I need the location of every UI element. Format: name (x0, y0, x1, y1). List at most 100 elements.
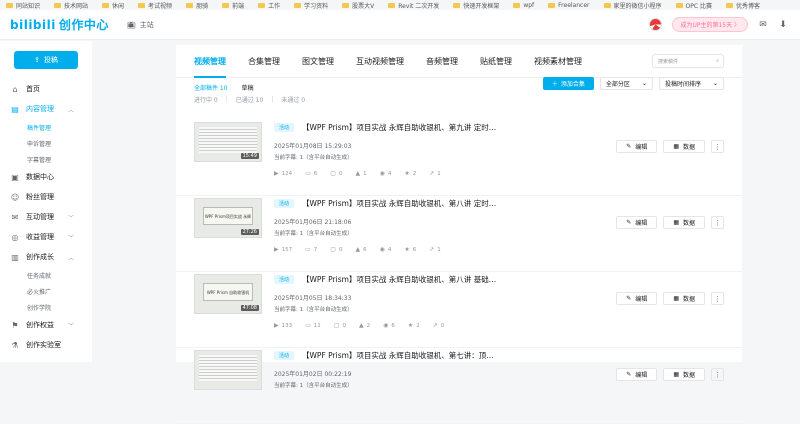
stat-favorites: ★ 2 (408, 322, 420, 329)
video-row: 活动 【WPF Prism】项目实战 永辉自助收银机、第七讲：顶… 2025年01月… (176, 350, 742, 424)
sidebar-subitem[interactable]: 创作学院 (0, 299, 92, 315)
user-icon: ☺ (10, 192, 20, 202)
partition-select[interactable]: 全部分区 ⌄ (599, 77, 653, 90)
video-title-row: 活动 【WPF Prism】项目实战 永辉自助收银机、第八讲 基础… (274, 274, 724, 285)
folder-icon (675, 2, 683, 8)
home-link[interactable]: 📺︎ 主站 (127, 20, 154, 30)
edit-button[interactable]: ✎ 编辑 (616, 368, 658, 381)
data-button[interactable]: ▦ 数据 (663, 216, 705, 229)
top-bar: bilibili 创作中心 📺︎ 主站 成为UP主的第15天 〉 ✉ ⬇ (0, 10, 800, 40)
upload-icon: ⇪ (34, 56, 40, 64)
folder-icon (258, 2, 266, 8)
tab[interactable]: 音频管理 (426, 45, 458, 78)
folder-icon (548, 2, 556, 8)
bookmark-item[interactable]: 前端 (222, 1, 244, 10)
video-title[interactable]: 【WPF Prism】项目实战 永辉自助收银机、第八讲 基础… (302, 274, 507, 285)
stat-value: 6 (391, 322, 395, 329)
sidebar-subitem[interactable]: 必火推广 (0, 283, 92, 299)
sidebar-subitem[interactable]: 任务成就 (0, 267, 92, 283)
sidebar-item[interactable]: ◎ 收益管理 ﹀ (0, 227, 92, 247)
tab[interactable]: 合集管理 (248, 45, 280, 78)
download-icon[interactable]: ⬇ (778, 20, 788, 30)
edit-icon: ✎ (626, 371, 632, 378)
sidebar-subitem[interactable]: 申诉管理 (0, 135, 92, 151)
video-thumbnail[interactable]: 15:49 (194, 122, 262, 162)
status-in-progress[interactable]: 进行中 0 (194, 95, 218, 104)
mail-icon[interactable]: ✉ (758, 20, 768, 30)
like-icon: ▲ (355, 246, 361, 253)
sidebar-item[interactable]: ▥ 创作成长 ︿ (0, 247, 92, 267)
up-days-badge[interactable]: 成为UP主的第15天 〉 (672, 17, 748, 32)
stat-value: 133 (281, 322, 293, 329)
tab[interactable]: 图文管理 (302, 45, 334, 78)
tab[interactable]: 贴纸管理 (480, 45, 512, 78)
bookmark-item[interactable]: 技术网站 (54, 1, 88, 10)
data-label: 数据 (682, 144, 695, 151)
data-button[interactable]: ▦ 数据 (663, 368, 705, 381)
status-passed[interactable]: 已通过 10 (236, 95, 264, 104)
bookmark-item[interactable]: wpf (513, 2, 534, 9)
sidebar-item[interactable]: ☺ 粉丝管理 (0, 187, 92, 207)
video-thumbnail[interactable]: WPF Prism项目实战 永辉 27:26 (194, 198, 262, 238)
stat-danmaku: ▭ 6 (305, 170, 317, 177)
bookmark-label: 快速开发框架 (463, 2, 500, 10)
add-collection-button[interactable]: ＋ 添加合集 (542, 77, 594, 90)
video-thumbnail[interactable]: WPF Prism 自助收银机 47:08 (194, 274, 262, 314)
sidebar-item-label: 首页 (26, 85, 40, 93)
sidebar-item[interactable]: ⚑ 创作权益 ﹀ (0, 315, 92, 335)
video-title[interactable]: 【WPF Prism】项目实战 永辉自助收银机、第八讲 定时… (302, 198, 507, 209)
bookmark-item[interactable]: 工作 (258, 1, 280, 10)
bookmark-item[interactable]: 休闲 (102, 1, 124, 10)
edit-button[interactable]: ✎ 编辑 (616, 216, 658, 229)
add-collection-label: 添加合集 (560, 81, 585, 88)
edit-button[interactable]: ✎ 编辑 (616, 292, 658, 305)
data-button[interactable]: ▦ 数据 (663, 292, 705, 305)
partition-select-value: 全部分区 (605, 81, 630, 88)
more-options-icon[interactable]: ⋮ (711, 216, 724, 229)
sidebar-item[interactable]: ⌂ 首页 (0, 79, 92, 99)
search-input[interactable]: 搜索稿件 ⌕ (652, 54, 724, 68)
bookmark-item[interactable]: Freelancer (548, 2, 590, 9)
star-icon: ★ (404, 246, 410, 253)
video-thumbnail[interactable] (194, 350, 262, 390)
bookmark-item[interactable]: OPC 比赛 (675, 1, 712, 10)
bookmark-item[interactable]: Revit 二次开发 (388, 1, 439, 10)
bookmark-item[interactable]: 家里的微信小程序 (603, 1, 662, 10)
share-icon: ↗ (429, 170, 435, 177)
danmaku-icon: ▭ (305, 170, 311, 177)
video-title[interactable]: 【WPF Prism】项目实战 永辉自助收银机、第九讲 定时… (302, 122, 507, 133)
stat-danmaku: ▭ 7 (305, 246, 317, 253)
sidebar-item[interactable]: ▤ 内容管理 ︿ (0, 99, 92, 119)
tab[interactable]: 互动视频管理 (356, 45, 404, 78)
bookmark-item[interactable]: 优秀博客 (725, 1, 760, 10)
bookmark-item[interactable]: 股票大V (342, 1, 374, 10)
video-title[interactable]: 【WPF Prism】项目实战 永辉自助收银机、第七讲：顶… (302, 350, 507, 361)
upload-button[interactable]: ⇪ 投稿 (14, 51, 78, 69)
more-options-icon[interactable]: ⋮ (711, 292, 724, 305)
sort-select[interactable]: 投稿时间排序 ⌄ (658, 77, 724, 90)
bookmark-item[interactable]: 考试视频 (138, 1, 172, 10)
sidebar-item[interactable]: ✉ 互动管理 ﹀ (0, 207, 92, 227)
more-options-icon[interactable]: ⋮ (711, 140, 724, 153)
edit-button[interactable]: ✎ 编辑 (616, 140, 658, 153)
status-not-passed[interactable]: 未通过 0 (281, 95, 305, 104)
filter-draft[interactable]: 草稿 (242, 83, 254, 92)
bookmark-label: 前端 (232, 2, 245, 10)
bookmark-item[interactable]: 同站知识 (6, 1, 40, 10)
comment-icon: ▢ (333, 322, 340, 329)
filter-all[interactable]: 全部稿件 10 (194, 83, 228, 92)
sidebar-item[interactable]: ⚗ 创作实验室 (0, 335, 92, 355)
more-options-icon[interactable]: ⋮ (711, 368, 724, 381)
video-duration: 27:26 (240, 229, 259, 235)
data-button[interactable]: ▦ 数据 (663, 140, 705, 153)
tab[interactable]: 视频素材管理 (534, 45, 582, 78)
sidebar-subitem[interactable]: 字幕管理 (0, 151, 92, 167)
bookmark-item[interactable]: 快速开发框架 (453, 1, 499, 10)
tab[interactable]: 视频管理 (194, 45, 226, 78)
logo[interactable]: bilibili 创作中心 (10, 16, 109, 33)
bookmark-item[interactable]: 学习资料 (294, 1, 328, 10)
sidebar-subitem[interactable]: 稿件管理 (0, 119, 92, 135)
bookmark-item[interactable]: 朋骑 (186, 1, 208, 10)
avatar[interactable] (649, 18, 663, 31)
sidebar-item[interactable]: ▣ 数据中心 (0, 167, 92, 187)
